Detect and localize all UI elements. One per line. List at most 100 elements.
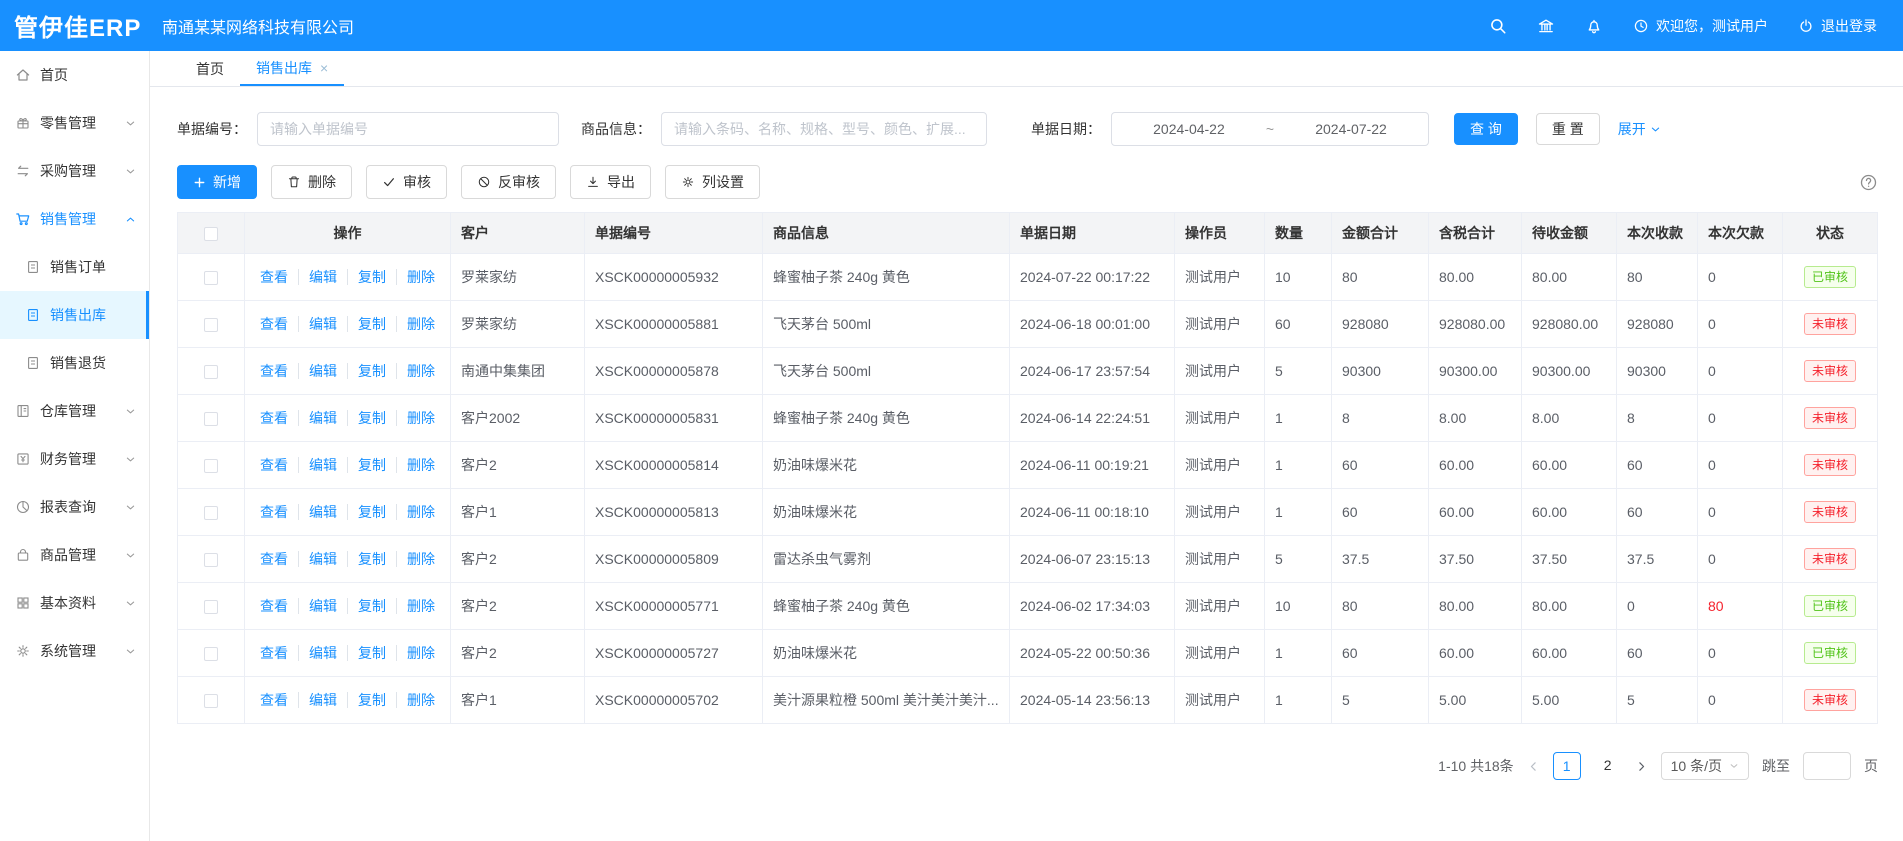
sidebar-item-basic-data[interactable]: 基本资料 xyxy=(0,579,149,627)
bell-icon[interactable] xyxy=(1585,17,1603,35)
row-action-delete[interactable]: 删除 xyxy=(407,504,435,520)
row-action-copy[interactable]: 复制 xyxy=(358,363,397,379)
row-action-edit[interactable]: 编辑 xyxy=(309,692,348,708)
row-action-view[interactable]: 查看 xyxy=(260,269,299,285)
row-action-edit[interactable]: 编辑 xyxy=(309,269,348,285)
row-action-edit[interactable]: 编辑 xyxy=(309,645,348,661)
sidebar-item-system[interactable]: 系统管理 xyxy=(0,627,149,675)
table-row: 查看编辑复制删除客户2XSCK00000005814奶油味爆米花2024-06-… xyxy=(178,442,1878,489)
row-action-view[interactable]: 查看 xyxy=(260,457,299,473)
row-action-edit[interactable]: 编辑 xyxy=(309,551,348,567)
row-action-edit[interactable]: 编辑 xyxy=(309,598,348,614)
row-checkbox[interactable] xyxy=(204,412,218,426)
date-start[interactable]: 2024-04-22 xyxy=(1153,121,1225,137)
page-size-select[interactable]: 10 条/页 xyxy=(1661,752,1749,780)
purchase-icon xyxy=(15,163,31,179)
row-action-view[interactable]: 查看 xyxy=(260,551,299,567)
cell-order_no: XSCK00000005831 xyxy=(585,395,763,442)
cell-text: 37.5 xyxy=(1342,551,1369,567)
row-action-edit[interactable]: 编辑 xyxy=(309,363,348,379)
sidebar-item-products[interactable]: 商品管理 xyxy=(0,531,149,579)
cell-operator: 测试用户 xyxy=(1175,395,1265,442)
row-action-delete[interactable]: 删除 xyxy=(407,410,435,426)
row-action-delete[interactable]: 删除 xyxy=(407,645,435,661)
audit-button[interactable]: 审核 xyxy=(366,165,447,199)
order-no-input[interactable] xyxy=(257,112,559,146)
sidebar-item-sales[interactable]: 销售管理 xyxy=(0,195,149,243)
row-action-delete[interactable]: 删除 xyxy=(407,269,435,285)
row-action-delete[interactable]: 删除 xyxy=(407,316,435,332)
row-action-edit[interactable]: 编辑 xyxy=(309,504,348,520)
next-page-icon[interactable] xyxy=(1635,760,1648,773)
tab-sales-outbound[interactable]: 销售出库 × xyxy=(240,51,344,86)
unaudit-button[interactable]: 反审核 xyxy=(461,165,556,199)
sidebar-item-finance[interactable]: 财务管理 xyxy=(0,435,149,483)
page-jump-input[interactable] xyxy=(1803,752,1851,780)
row-action-view[interactable]: 查看 xyxy=(260,410,299,426)
row-action-delete[interactable]: 删除 xyxy=(407,598,435,614)
row-checkbox[interactable] xyxy=(204,506,218,520)
row-action-copy[interactable]: 复制 xyxy=(358,504,397,520)
export-button[interactable]: 导出 xyxy=(570,165,651,199)
cell-text: 测试用户 xyxy=(1185,363,1241,379)
row-action-copy[interactable]: 复制 xyxy=(358,269,397,285)
help-icon[interactable] xyxy=(1859,173,1878,192)
row-action-copy[interactable]: 复制 xyxy=(358,457,397,473)
row-action-edit[interactable]: 编辑 xyxy=(309,457,348,473)
sidebar-item-sales-outbound[interactable]: 销售出库 xyxy=(0,291,149,339)
delete-button[interactable]: 删除 xyxy=(271,165,352,199)
row-action-edit[interactable]: 编辑 xyxy=(309,316,348,332)
search-icon[interactable] xyxy=(1489,17,1507,35)
row-action-delete[interactable]: 删除 xyxy=(407,551,435,567)
row-checkbox[interactable] xyxy=(204,600,218,614)
row-checkbox[interactable] xyxy=(204,318,218,332)
select-all-checkbox[interactable] xyxy=(204,227,218,241)
sidebar-item-sales-return[interactable]: 销售退货 xyxy=(0,339,149,387)
row-checkbox[interactable] xyxy=(204,553,218,567)
row-action-copy[interactable]: 复制 xyxy=(358,410,397,426)
row-action-copy[interactable]: 复制 xyxy=(358,645,397,661)
row-action-copy[interactable]: 复制 xyxy=(358,692,397,708)
row-action-copy[interactable]: 复制 xyxy=(358,316,397,332)
logout-button[interactable]: 退出登录 xyxy=(1798,16,1877,36)
prev-page-icon[interactable] xyxy=(1527,760,1540,773)
row-action-copy[interactable]: 复制 xyxy=(358,598,397,614)
row-action-view[interactable]: 查看 xyxy=(260,692,299,708)
row-action-view[interactable]: 查看 xyxy=(260,645,299,661)
row-checkbox[interactable] xyxy=(204,694,218,708)
row-action-view[interactable]: 查看 xyxy=(260,598,299,614)
organization-icon[interactable] xyxy=(1537,17,1555,35)
row-action-edit[interactable]: 编辑 xyxy=(309,410,348,426)
user-welcome[interactable]: 欢迎您，测试用户 xyxy=(1633,16,1768,36)
sidebar-item-warehouse[interactable]: 仓库管理 xyxy=(0,387,149,435)
sidebar-item-sales-order[interactable]: 销售订单 xyxy=(0,243,149,291)
sidebar-item-retail[interactable]: 零售管理 xyxy=(0,99,149,147)
sidebar-item-reports[interactable]: 报表查询 xyxy=(0,483,149,531)
row-checkbox[interactable] xyxy=(204,459,218,473)
row-action-copy[interactable]: 复制 xyxy=(358,551,397,567)
page-number-2[interactable]: 2 xyxy=(1594,752,1622,780)
product-info-input[interactable] xyxy=(661,112,987,146)
add-button[interactable]: 新增 xyxy=(177,165,257,199)
sidebar-item-purchase[interactable]: 采购管理 xyxy=(0,147,149,195)
row-checkbox[interactable] xyxy=(204,271,218,285)
search-button[interactable]: 查 询 xyxy=(1454,113,1518,145)
sidebar-item-home[interactable]: 首页 xyxy=(0,51,149,99)
row-action-view[interactable]: 查看 xyxy=(260,504,299,520)
tab-home[interactable]: 首页 xyxy=(180,51,240,86)
column-settings-button[interactable]: 列设置 xyxy=(665,165,760,199)
row-checkbox[interactable] xyxy=(204,647,218,661)
expand-link[interactable]: 展开 xyxy=(1618,119,1661,139)
row-action-view[interactable]: 查看 xyxy=(260,316,299,332)
close-icon[interactable]: × xyxy=(320,60,328,76)
cell-amount_tax: 90300.00 xyxy=(1429,348,1522,395)
date-end[interactable]: 2024-07-22 xyxy=(1315,121,1387,137)
row-action-view[interactable]: 查看 xyxy=(260,363,299,379)
row-action-delete[interactable]: 删除 xyxy=(407,457,435,473)
page-number-1[interactable]: 1 xyxy=(1553,752,1581,780)
reset-button[interactable]: 重 置 xyxy=(1536,113,1600,145)
date-range-picker[interactable]: 2024-04-22 ~ 2024-07-22 xyxy=(1111,112,1429,146)
row-action-delete[interactable]: 删除 xyxy=(407,363,435,379)
row-action-delete[interactable]: 删除 xyxy=(407,692,435,708)
row-checkbox[interactable] xyxy=(204,365,218,379)
